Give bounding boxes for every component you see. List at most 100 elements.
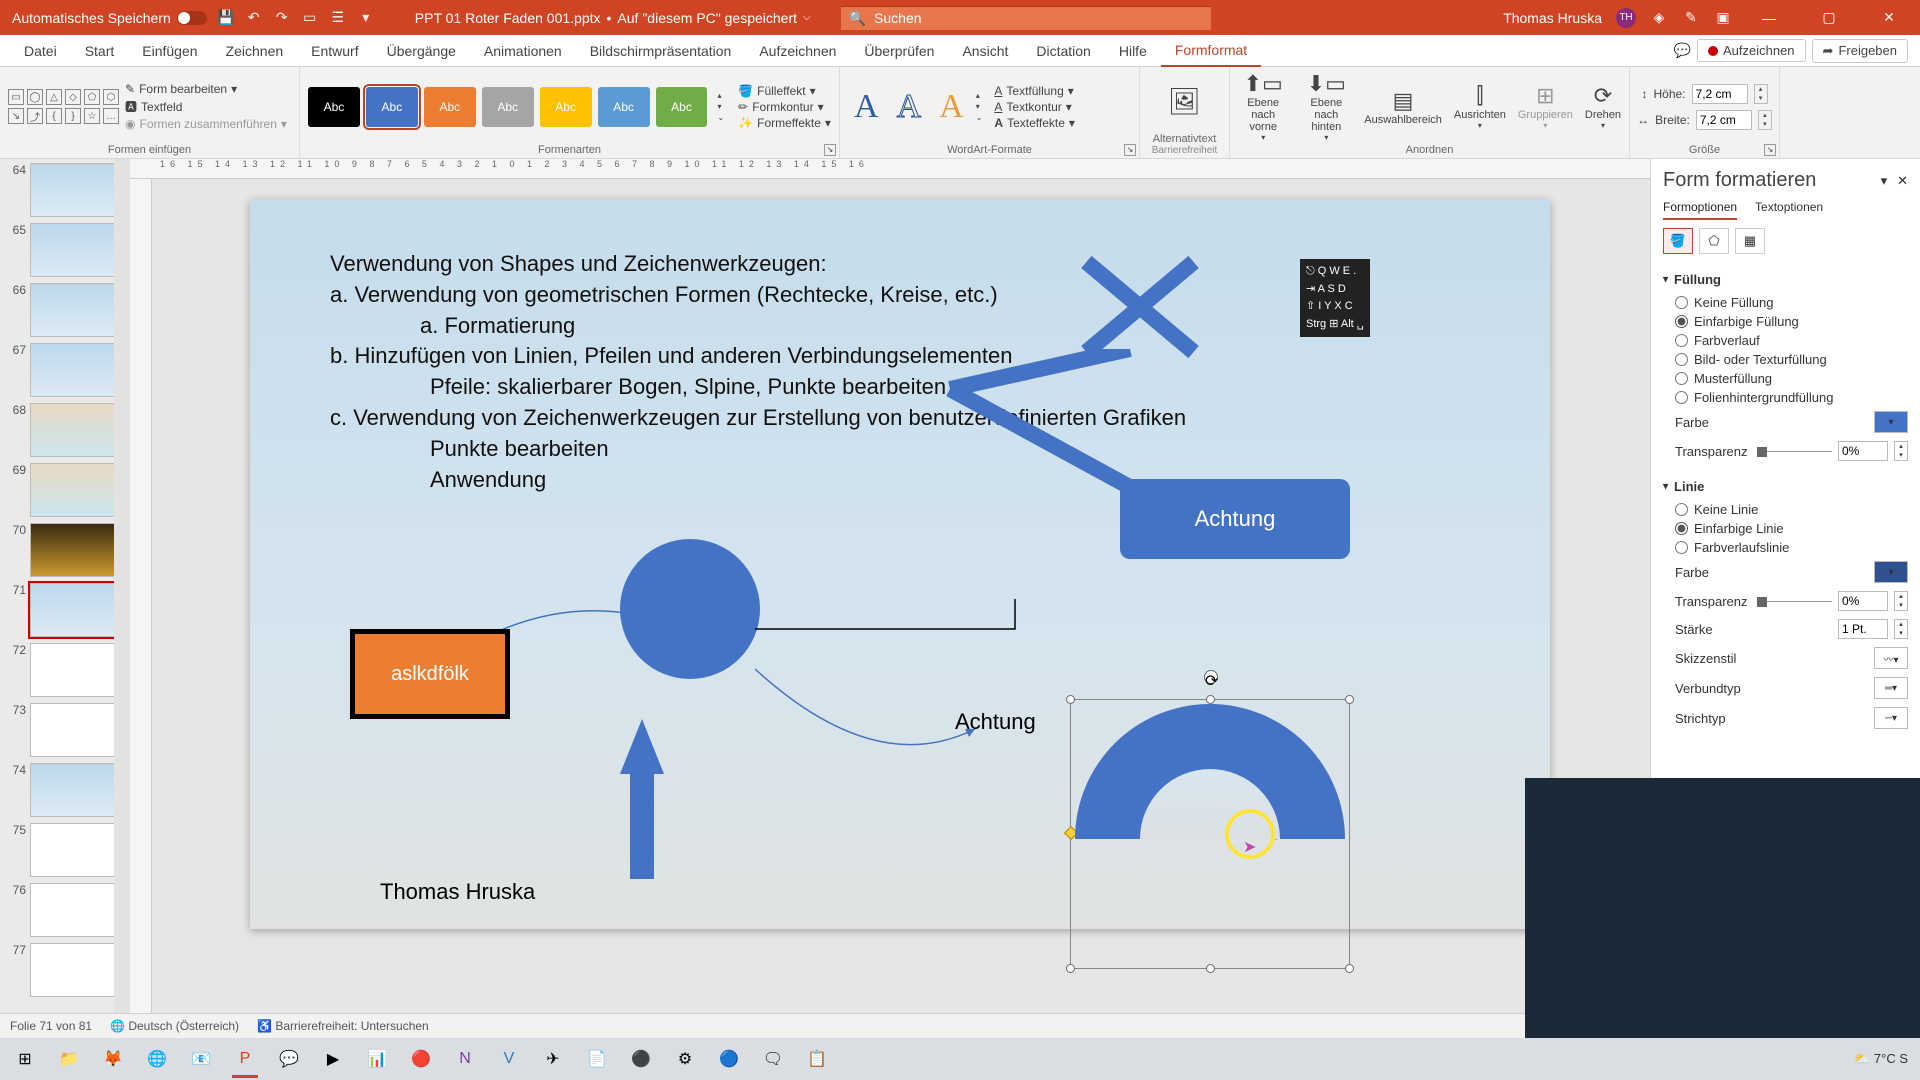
style-gallery-more[interactable]: ⌄ bbox=[717, 113, 724, 122]
tab-formoptionen[interactable]: Formoptionen bbox=[1663, 196, 1737, 220]
radio-picture-fill[interactable]: Bild- oder Texturfüllung bbox=[1663, 350, 1908, 369]
close-button[interactable]: ✕ bbox=[1866, 0, 1912, 35]
bring-forward-button[interactable]: ⬆▭Ebene nach vorne▾ bbox=[1238, 71, 1288, 142]
language-status[interactable]: 🌐 Deutsch (Österreich) bbox=[110, 1019, 239, 1033]
achtung-text[interactable]: Achtung bbox=[955, 709, 1036, 735]
app-icon[interactable]: 📊 bbox=[358, 1040, 396, 1078]
chrome-icon[interactable]: 🌐 bbox=[138, 1040, 176, 1078]
powerpoint-icon[interactable]: P bbox=[226, 1040, 264, 1078]
maximize-button[interactable]: ▢ bbox=[1806, 0, 1852, 35]
line-weight-input[interactable] bbox=[1838, 619, 1888, 639]
effects-icon[interactable]: ⬠ bbox=[1699, 228, 1729, 254]
text-outline-button[interactable]: A Textkontur ▾ bbox=[994, 100, 1075, 114]
tab-entwurf[interactable]: Entwurf bbox=[297, 35, 372, 67]
qat-overflow-icon[interactable]: ▾ bbox=[357, 9, 375, 27]
app-icon[interactable]: 🔴 bbox=[402, 1040, 440, 1078]
minimize-button[interactable]: — bbox=[1746, 0, 1792, 35]
tab-textoptionen[interactable]: Textoptionen bbox=[1755, 196, 1823, 220]
style-gallery-up[interactable]: ▴ bbox=[717, 91, 724, 100]
onenote-icon[interactable]: N bbox=[446, 1040, 484, 1078]
search-input[interactable]: 🔍 Suchen bbox=[841, 6, 1211, 30]
pane-options-icon[interactable]: ▾ bbox=[1881, 173, 1888, 189]
radio-gradient-fill[interactable]: Farbverlauf bbox=[1663, 331, 1908, 350]
dash-type-combo[interactable]: ─▾ bbox=[1874, 707, 1908, 729]
slide-counter[interactable]: Folie 71 von 81 bbox=[10, 1019, 92, 1033]
slide-thumbnails[interactable]: 64 65 66 67 68 69 70 71 72 73 74 75 76 7… bbox=[0, 159, 130, 1013]
wordart-style-3[interactable]: A bbox=[933, 88, 970, 126]
radio-no-line[interactable]: Keine Linie bbox=[1663, 500, 1908, 519]
tab-bildschirm[interactable]: Bildschirmpräsentation bbox=[576, 35, 746, 67]
tab-uebergaenge[interactable]: Übergänge bbox=[373, 35, 470, 67]
share-button[interactable]: ➦Freigeben bbox=[1812, 39, 1908, 63]
shape-style-2[interactable]: Abc bbox=[366, 87, 418, 127]
thumb-72[interactable] bbox=[30, 643, 120, 697]
size-props-icon[interactable]: ▦ bbox=[1735, 228, 1765, 254]
app-icon[interactable]: 📄 bbox=[578, 1040, 616, 1078]
dialog-launcher-formenarten[interactable]: ↘ bbox=[824, 144, 836, 156]
slide-editor[interactable]: 16 15 14 13 12 11 10 9 8 7 6 5 4 3 2 1 0… bbox=[130, 159, 1650, 1013]
thumb-69[interactable] bbox=[30, 463, 120, 517]
edit-shape-button[interactable]: ✎ Form bearbeiten ▾ bbox=[125, 82, 287, 96]
thumb-scrollbar[interactable] bbox=[114, 159, 130, 1013]
shape-style-4[interactable]: Abc bbox=[482, 87, 534, 127]
tab-formformat[interactable]: Formformat bbox=[1161, 35, 1261, 67]
tab-animationen[interactable]: Animationen bbox=[470, 35, 576, 67]
wordart-more[interactable]: ⌄ bbox=[976, 113, 983, 122]
weather-widget[interactable]: ⛅ 7°C S bbox=[1854, 1051, 1908, 1067]
shape-effects-button[interactable]: ✨ Formeffekte ▾ bbox=[738, 116, 831, 130]
achtung-callout[interactable]: Achtung bbox=[1120, 479, 1350, 559]
dialog-launcher-wordart[interactable]: ↘ bbox=[1124, 144, 1136, 156]
shape-gallery[interactable]: ▭◯△◇⬠⬡ ↘⤴{}☆… bbox=[8, 89, 119, 124]
outlook-icon[interactable]: 📧 bbox=[182, 1040, 220, 1078]
sketch-style-combo[interactable]: 〰▾ bbox=[1874, 647, 1908, 669]
radio-solid-fill[interactable]: Einfarbige Füllung bbox=[1663, 312, 1908, 331]
wordart-down[interactable]: ▾ bbox=[976, 102, 983, 111]
thumb-70[interactable] bbox=[30, 523, 120, 577]
shape-outline-button[interactable]: ✏ Formkontur ▾ bbox=[738, 100, 831, 114]
explorer-icon[interactable]: 📁 bbox=[50, 1040, 88, 1078]
alttext-button[interactable]: Alternativtext bbox=[1148, 131, 1221, 145]
app-icon[interactable]: 🗨 bbox=[754, 1040, 792, 1078]
undo-icon[interactable]: ↶ bbox=[245, 9, 263, 27]
shape-fill-button[interactable]: 🪣 Fülleffekt ▾ bbox=[738, 84, 831, 98]
thumb-75[interactable] bbox=[30, 823, 120, 877]
from-beginning-icon[interactable]: ▭ bbox=[301, 9, 319, 27]
tab-datei[interactable]: Datei bbox=[10, 35, 71, 67]
height-input[interactable]: ↕ Höhe: ▴▾ bbox=[1641, 84, 1767, 104]
rotate-button[interactable]: ⟳Drehen▾ bbox=[1585, 83, 1621, 130]
thumb-66[interactable] bbox=[30, 283, 120, 337]
author-text[interactable]: Thomas Hruska bbox=[380, 879, 535, 905]
width-input[interactable]: ↔ Breite: ▴▾ bbox=[1637, 110, 1772, 130]
thumb-76[interactable] bbox=[30, 883, 120, 937]
fill-line-icon[interactable]: 🪣 bbox=[1663, 228, 1693, 254]
thumb-73[interactable] bbox=[30, 703, 120, 757]
app-icon[interactable]: 🔵 bbox=[710, 1040, 748, 1078]
tab-ansicht[interactable]: Ansicht bbox=[948, 35, 1022, 67]
alttext-icon[interactable]: 🖼 bbox=[1168, 86, 1201, 117]
autosave-toggle[interactable]: Automatisches Speichern bbox=[12, 10, 207, 26]
avatar[interactable]: TH bbox=[1616, 8, 1636, 28]
brush-icon[interactable]: ✎ bbox=[1682, 9, 1700, 27]
tab-aufzeichnen[interactable]: Aufzeichnen bbox=[745, 35, 850, 67]
shape-style-7[interactable]: Abc bbox=[656, 87, 708, 127]
shape-style-3[interactable]: Abc bbox=[424, 87, 476, 127]
vscode-icon[interactable]: V bbox=[490, 1040, 528, 1078]
send-backward-button[interactable]: ⬇▭Ebene nach hinten▾ bbox=[1300, 71, 1352, 142]
textbox-button[interactable]: 🅰 Textfeld bbox=[125, 98, 287, 115]
wordart-style-1[interactable]: A bbox=[848, 88, 885, 126]
diamond-icon[interactable]: ◈ bbox=[1650, 9, 1668, 27]
title-caret-icon[interactable]: ⌵ bbox=[803, 12, 811, 23]
vlc-icon[interactable]: ▶ bbox=[314, 1040, 352, 1078]
comments-icon[interactable]: 💬 bbox=[1674, 42, 1691, 59]
slide-canvas[interactable]: Verwendung von Shapes und Zeichenwerkzeu… bbox=[250, 199, 1550, 929]
radio-pattern-fill[interactable]: Musterfüllung bbox=[1663, 369, 1908, 388]
tab-hilfe[interactable]: Hilfe bbox=[1105, 35, 1161, 67]
touch-mode-icon[interactable]: ☰ bbox=[329, 9, 347, 27]
thumb-77[interactable] bbox=[30, 943, 120, 997]
section-fuellung[interactable]: ▸Füllung bbox=[1663, 266, 1908, 293]
section-linie[interactable]: ▸Linie bbox=[1663, 473, 1908, 500]
compound-type-combo[interactable]: ═▾ bbox=[1874, 677, 1908, 699]
radio-gradient-line[interactable]: Farbverlaufslinie bbox=[1663, 538, 1908, 557]
thumb-74[interactable] bbox=[30, 763, 120, 817]
firefox-icon[interactable]: 🦊 bbox=[94, 1040, 132, 1078]
